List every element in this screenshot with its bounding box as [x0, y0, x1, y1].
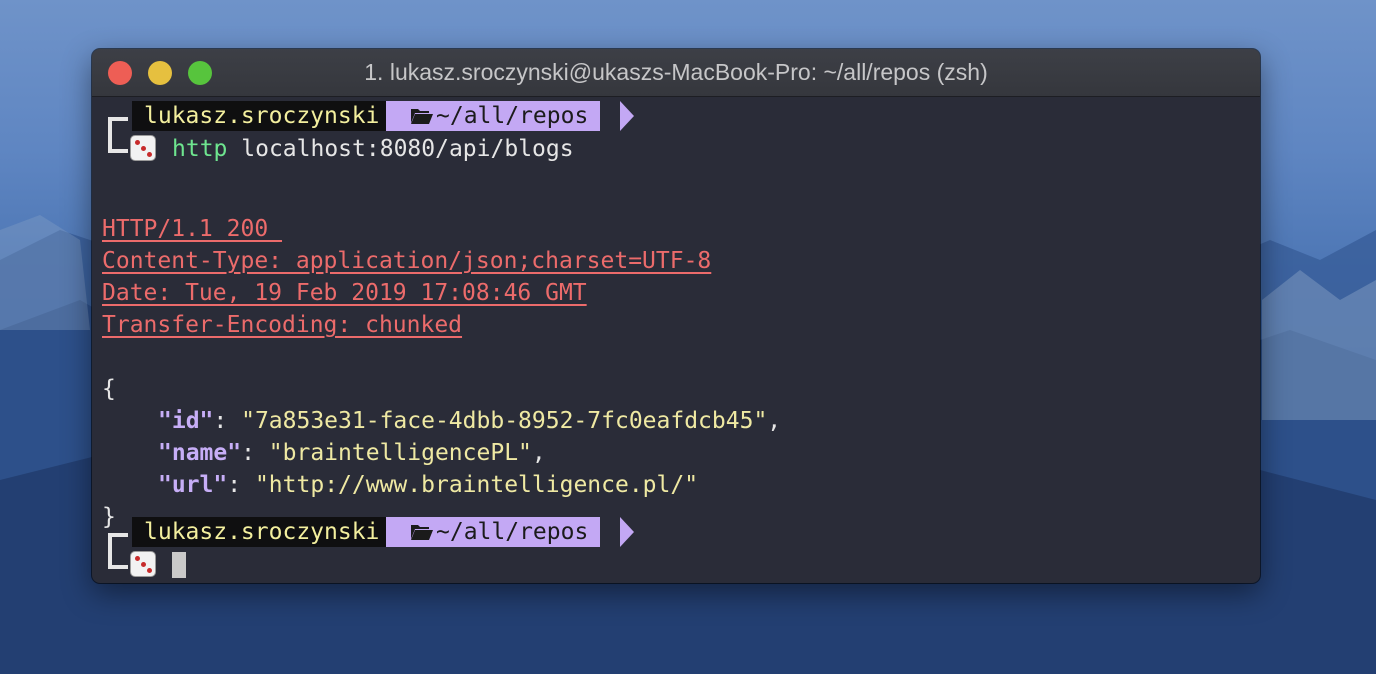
header-line: Content-Type: application/json;charset=U… — [102, 248, 712, 274]
command-program: http — [172, 136, 228, 162]
prompt-path-segment: ~/all/repos — [386, 517, 601, 547]
command-args: localhost:8080/api/blogs — [241, 136, 574, 162]
prompt-path-segment: ~/all/repos — [386, 101, 601, 131]
dice-icon — [130, 135, 156, 161]
json-open-brace: { — [102, 376, 116, 402]
segment-end — [620, 517, 634, 547]
prompt-user-segment: lukasz.sroczynski — [132, 101, 392, 131]
header-line: Transfer-Encoding: chunked — [102, 312, 463, 338]
window-title: 1. lukasz.sroczynski@ukaszs-MacBook-Pro:… — [364, 59, 988, 85]
prompt-bracket — [108, 533, 128, 569]
header-line: Date: Tue, 19 Feb 2019 17:08:46 GMT — [102, 280, 587, 306]
dice-icon — [130, 551, 156, 577]
status-line: HTTP/1.1 200 — [102, 216, 283, 242]
prompt-path-label: ~/all/repos — [436, 103, 589, 129]
json-close-brace: } — [102, 504, 116, 530]
terminal-window: 1. lukasz.sroczynski@ukaszs-MacBook-Pro:… — [92, 49, 1260, 583]
folder-open-icon — [411, 109, 433, 124]
text-cursor[interactable] — [172, 552, 186, 578]
folder-open-icon — [411, 525, 433, 540]
prompt-user-segment: lukasz.sroczynski — [132, 517, 392, 547]
prompt-bracket — [108, 117, 128, 153]
terminal-content[interactable]: lukasz.sroczynski ~/all/repos http local… — [92, 97, 1260, 583]
command-line: http localhost:8080/api/blogs — [172, 133, 574, 165]
json-field-name: "name": "braintelligencePL", — [158, 440, 546, 466]
prompt-path-label: ~/all/repos — [436, 519, 589, 545]
json-field-url: "url": "http://www.braintelligence.pl/" — [158, 472, 699, 498]
title-bar: 1. lukasz.sroczynski@ukaszs-MacBook-Pro:… — [92, 49, 1260, 97]
segment-end — [620, 101, 634, 131]
json-field-id: "id": "7a853e31-face-4dbb-8952-7fc0eafdc… — [158, 408, 782, 434]
